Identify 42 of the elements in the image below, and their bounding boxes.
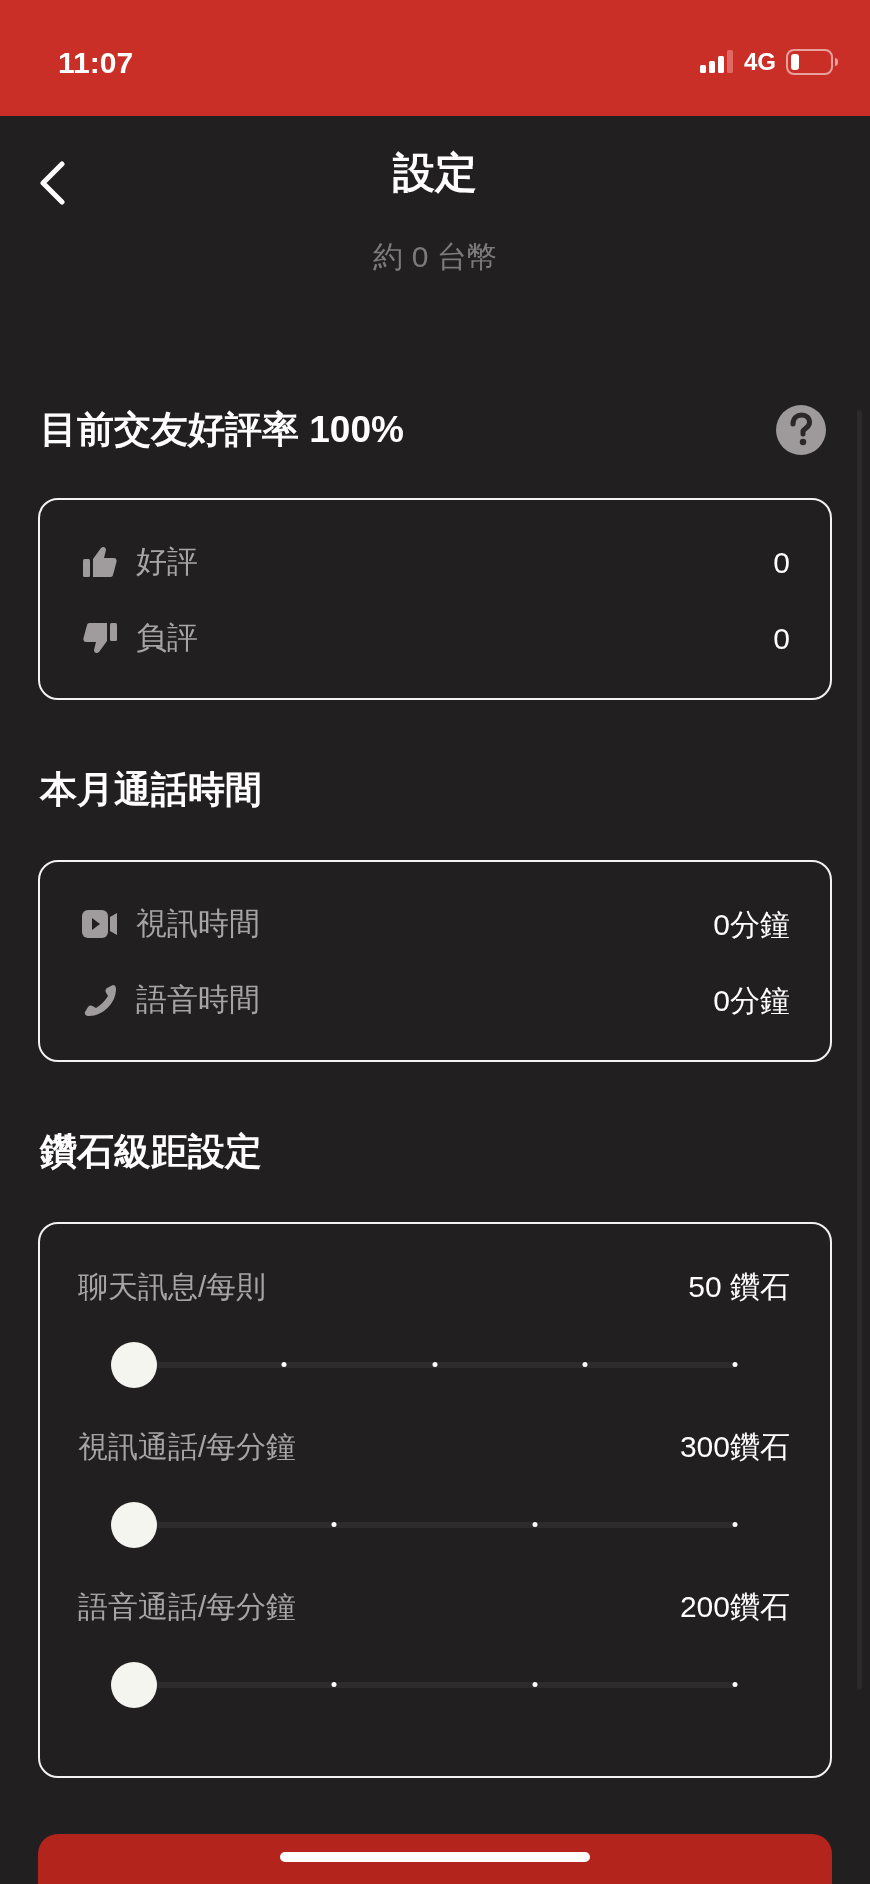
row-label: 負評	[136, 618, 198, 657]
tick-mark	[532, 1682, 538, 1687]
slider-value: 300鑽石	[679, 1428, 790, 1465]
tick-mark	[331, 1682, 337, 1687]
network-label: 4G	[744, 47, 776, 77]
slider-label: 語音通話/每分鐘	[78, 1588, 297, 1625]
signal-icon	[700, 50, 734, 74]
tick-mark	[532, 1522, 538, 1527]
row-value: 0	[773, 620, 790, 657]
slider-thumb[interactable]	[111, 1502, 157, 1548]
tick-mark	[281, 1362, 287, 1367]
row-value: 0	[773, 544, 790, 581]
tick-mark	[331, 1522, 337, 1527]
slider-thumb[interactable]	[111, 1342, 157, 1388]
row-label: 視訊時間	[136, 904, 260, 943]
row-value: 0分鐘	[713, 906, 790, 943]
tick-mark	[732, 1522, 738, 1527]
slider-label: 聊天訊息/每則	[78, 1268, 267, 1305]
tick-mark	[582, 1362, 588, 1367]
phone-icon	[83, 983, 117, 1017]
balance-note: 約 0 台幣	[373, 239, 497, 275]
help-icon[interactable]	[776, 405, 826, 455]
thumbs-down-icon	[83, 622, 117, 654]
row-value: 0分鐘	[713, 982, 790, 1019]
video-camera-icon	[82, 910, 118, 938]
tick-mark	[432, 1362, 437, 1367]
page-title: 設定	[393, 147, 477, 198]
section-title: 鑽石級距設定	[40, 1130, 262, 1175]
tick-mark	[732, 1362, 738, 1367]
slider-value: 200鑽石	[679, 1588, 790, 1625]
battery-icon	[786, 49, 838, 75]
thumbs-up-icon	[83, 546, 117, 578]
section-title: 本月通話時間	[40, 768, 262, 813]
slider-thumb[interactable]	[111, 1662, 157, 1708]
row-label: 語音時間	[136, 980, 260, 1019]
back-icon[interactable]	[38, 161, 66, 205]
tick-mark	[732, 1682, 738, 1687]
row-label: 好評	[136, 542, 198, 581]
section-title: 目前交友好評率 100%	[40, 408, 404, 453]
status-time: 11:07	[58, 44, 134, 81]
slider-value: 50 鑽石	[688, 1268, 790, 1305]
slider-label: 視訊通話/每分鐘	[78, 1428, 297, 1465]
